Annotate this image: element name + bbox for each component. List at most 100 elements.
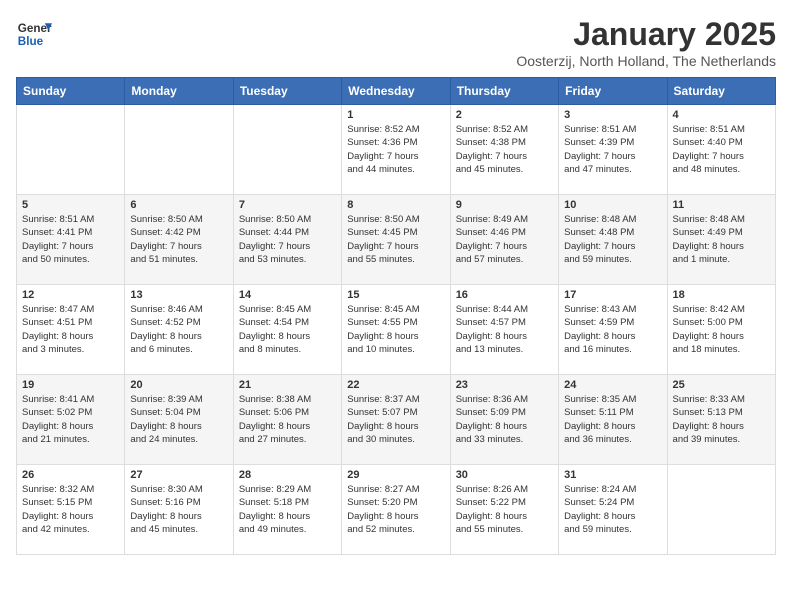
day-number: 3	[564, 109, 661, 121]
day-number: 29	[347, 469, 444, 481]
calendar-week-row: 19Sunrise: 8:41 AM Sunset: 5:02 PM Dayli…	[17, 375, 776, 465]
calendar-cell: 8Sunrise: 8:50 AM Sunset: 4:45 PM Daylig…	[342, 195, 450, 285]
calendar-cell	[233, 105, 341, 195]
day-number: 13	[130, 289, 227, 301]
calendar-day-header: Monday	[125, 78, 233, 105]
day-number: 28	[239, 469, 336, 481]
calendar-day-header: Friday	[559, 78, 667, 105]
day-info: Sunrise: 8:45 AM Sunset: 4:54 PM Dayligh…	[239, 303, 336, 356]
day-number: 23	[456, 379, 553, 391]
calendar-cell: 13 Sunrise: 8:46 AM Sunset: 4:52 PM Dayli…	[125, 285, 233, 375]
calendar-cell: 20Sunrise: 8:39 AM Sunset: 5:04 PM Dayli…	[125, 375, 233, 465]
calendar-week-row: 5 Sunrise: 8:51 AM Sunset: 4:41 PM Daylig…	[17, 195, 776, 285]
day-number: 18	[673, 289, 770, 301]
calendar-cell	[125, 105, 233, 195]
day-number: 1	[347, 109, 444, 121]
day-info: Sunrise: 8:51 AM Sunset: 4:41 PM Dayligh…	[22, 213, 119, 266]
day-info: Sunrise: 8:32 AM Sunset: 5:15 PM Dayligh…	[22, 483, 119, 536]
calendar-cell: 23 Sunrise: 8:36 AM Sunset: 5:09 PM Dayli…	[450, 375, 558, 465]
day-info: Sunrise: 8:24 AM Sunset: 5:24 PM Dayligh…	[564, 483, 661, 536]
day-info: Sunrise: 8:51 AM Sunset: 4:39 PM Dayligh…	[564, 123, 661, 176]
day-number: 4	[673, 109, 770, 121]
svg-text:Blue: Blue	[18, 35, 44, 48]
day-info: Sunrise: 8:50 AM Sunset: 4:44 PM Dayligh…	[239, 213, 336, 266]
day-number: 17	[564, 289, 661, 301]
calendar-day-header: Tuesday	[233, 78, 341, 105]
day-info: Sunrise: 8:46 AM Sunset: 4:52 PM Dayligh…	[130, 303, 227, 356]
day-info: Sunrise: 8:41 AM Sunset: 5:02 PM Dayligh…	[22, 393, 119, 446]
calendar-table: SundayMondayTuesdayWednesdayThursdayFrid…	[16, 77, 776, 555]
calendar-header-row: SundayMondayTuesdayWednesdayThursdayFrid…	[17, 78, 776, 105]
day-number: 14	[239, 289, 336, 301]
day-info: Sunrise: 8:26 AM Sunset: 5:22 PM Dayligh…	[456, 483, 553, 536]
calendar-cell: 26Sunrise: 8:32 AM Sunset: 5:15 PM Dayli…	[17, 465, 125, 555]
day-info: Sunrise: 8:44 AM Sunset: 4:57 PM Dayligh…	[456, 303, 553, 356]
calendar-cell: 14 Sunrise: 8:45 AM Sunset: 4:54 PM Dayli…	[233, 285, 341, 375]
day-number: 10	[564, 199, 661, 211]
logo: General Blue	[16, 16, 52, 52]
day-number: 30	[456, 469, 553, 481]
calendar-cell: 10 Sunrise: 8:48 AM Sunset: 4:48 PM Dayli…	[559, 195, 667, 285]
day-info: Sunrise: 8:30 AM Sunset: 5:16 PM Dayligh…	[130, 483, 227, 536]
day-number: 25	[673, 379, 770, 391]
calendar-cell: 18 Sunrise: 8:42 AM Sunset: 5:00 PM Dayli…	[667, 285, 775, 375]
day-info: Sunrise: 8:47 AM Sunset: 4:51 PM Dayligh…	[22, 303, 119, 356]
calendar-cell: 9 Sunrise: 8:49 AM Sunset: 4:46 PM Daylig…	[450, 195, 558, 285]
location: Oosterzij, North Holland, The Netherland…	[516, 53, 776, 69]
calendar-cell: 2 Sunrise: 8:52 AM Sunset: 4:38 PM Daylig…	[450, 105, 558, 195]
day-info: Sunrise: 8:49 AM Sunset: 4:46 PM Dayligh…	[456, 213, 553, 266]
calendar-cell: 4 Sunrise: 8:51 AM Sunset: 4:40 PM Daylig…	[667, 105, 775, 195]
logo-icon: General Blue	[16, 16, 52, 52]
calendar-cell: 1 Sunrise: 8:52 AM Sunset: 4:36 PM Daylig…	[342, 105, 450, 195]
day-number: 12	[22, 289, 119, 301]
day-info: Sunrise: 8:36 AM Sunset: 5:09 PM Dayligh…	[456, 393, 553, 446]
day-number: 9	[456, 199, 553, 211]
calendar-cell	[17, 105, 125, 195]
day-info: Sunrise: 8:52 AM Sunset: 4:38 PM Dayligh…	[456, 123, 553, 176]
day-info: Sunrise: 8:50 AM Sunset: 4:45 PM Dayligh…	[347, 213, 444, 266]
calendar-cell: 15Sunrise: 8:45 AM Sunset: 4:55 PM Dayli…	[342, 285, 450, 375]
calendar-cell: 11Sunrise: 8:48 AM Sunset: 4:49 PM Dayli…	[667, 195, 775, 285]
calendar-cell: 16 Sunrise: 8:44 AM Sunset: 4:57 PM Dayli…	[450, 285, 558, 375]
day-info: Sunrise: 8:29 AM Sunset: 5:18 PM Dayligh…	[239, 483, 336, 536]
day-number: 5	[22, 199, 119, 211]
day-info: Sunrise: 8:52 AM Sunset: 4:36 PM Dayligh…	[347, 123, 444, 176]
calendar-cell: 7 Sunrise: 8:50 AM Sunset: 4:44 PM Daylig…	[233, 195, 341, 285]
calendar-cell: 6Sunrise: 8:50 AM Sunset: 4:42 PM Daylig…	[125, 195, 233, 285]
calendar-week-row: 12 Sunrise: 8:47 AM Sunset: 4:51 PM Dayli…	[17, 285, 776, 375]
day-info: Sunrise: 8:48 AM Sunset: 4:48 PM Dayligh…	[564, 213, 661, 266]
day-number: 16	[456, 289, 553, 301]
calendar-cell: 3 Sunrise: 8:51 AM Sunset: 4:39 PM Daylig…	[559, 105, 667, 195]
calendar-cell: 19Sunrise: 8:41 AM Sunset: 5:02 PM Dayli…	[17, 375, 125, 465]
day-info: Sunrise: 8:33 AM Sunset: 5:13 PM Dayligh…	[673, 393, 770, 446]
calendar-cell: 28 Sunrise: 8:29 AM Sunset: 5:18 PM Dayli…	[233, 465, 341, 555]
calendar-week-row: 1 Sunrise: 8:52 AM Sunset: 4:36 PM Daylig…	[17, 105, 776, 195]
calendar-cell: 12 Sunrise: 8:47 AM Sunset: 4:51 PM Dayli…	[17, 285, 125, 375]
calendar-cell: 5 Sunrise: 8:51 AM Sunset: 4:41 PM Daylig…	[17, 195, 125, 285]
calendar-cell	[667, 465, 775, 555]
day-number: 2	[456, 109, 553, 121]
day-number: 11	[673, 199, 770, 211]
day-number: 7	[239, 199, 336, 211]
calendar-cell: 25 Sunrise: 8:33 AM Sunset: 5:13 PM Dayli…	[667, 375, 775, 465]
calendar-day-header: Saturday	[667, 78, 775, 105]
day-number: 22	[347, 379, 444, 391]
calendar-cell: 29Sunrise: 8:27 AM Sunset: 5:20 PM Dayli…	[342, 465, 450, 555]
day-number: 6	[130, 199, 227, 211]
day-info: Sunrise: 8:42 AM Sunset: 5:00 PM Dayligh…	[673, 303, 770, 356]
calendar-cell: 21Sunrise: 8:38 AM Sunset: 5:06 PM Dayli…	[233, 375, 341, 465]
calendar-cell: 31 Sunrise: 8:24 AM Sunset: 5:24 PM Dayli…	[559, 465, 667, 555]
day-number: 31	[564, 469, 661, 481]
calendar-day-header: Wednesday	[342, 78, 450, 105]
day-info: Sunrise: 8:39 AM Sunset: 5:04 PM Dayligh…	[130, 393, 227, 446]
day-number: 21	[239, 379, 336, 391]
calendar-cell: 24 Sunrise: 8:35 AM Sunset: 5:11 PM Dayli…	[559, 375, 667, 465]
day-info: Sunrise: 8:45 AM Sunset: 4:55 PM Dayligh…	[347, 303, 444, 356]
day-info: Sunrise: 8:35 AM Sunset: 5:11 PM Dayligh…	[564, 393, 661, 446]
day-info: Sunrise: 8:43 AM Sunset: 4:59 PM Dayligh…	[564, 303, 661, 356]
calendar-cell: 27Sunrise: 8:30 AM Sunset: 5:16 PM Dayli…	[125, 465, 233, 555]
month-title: January 2025	[516, 16, 776, 53]
day-number: 24	[564, 379, 661, 391]
day-info: Sunrise: 8:51 AM Sunset: 4:40 PM Dayligh…	[673, 123, 770, 176]
title-section: January 2025 Oosterzij, North Holland, T…	[516, 16, 776, 69]
